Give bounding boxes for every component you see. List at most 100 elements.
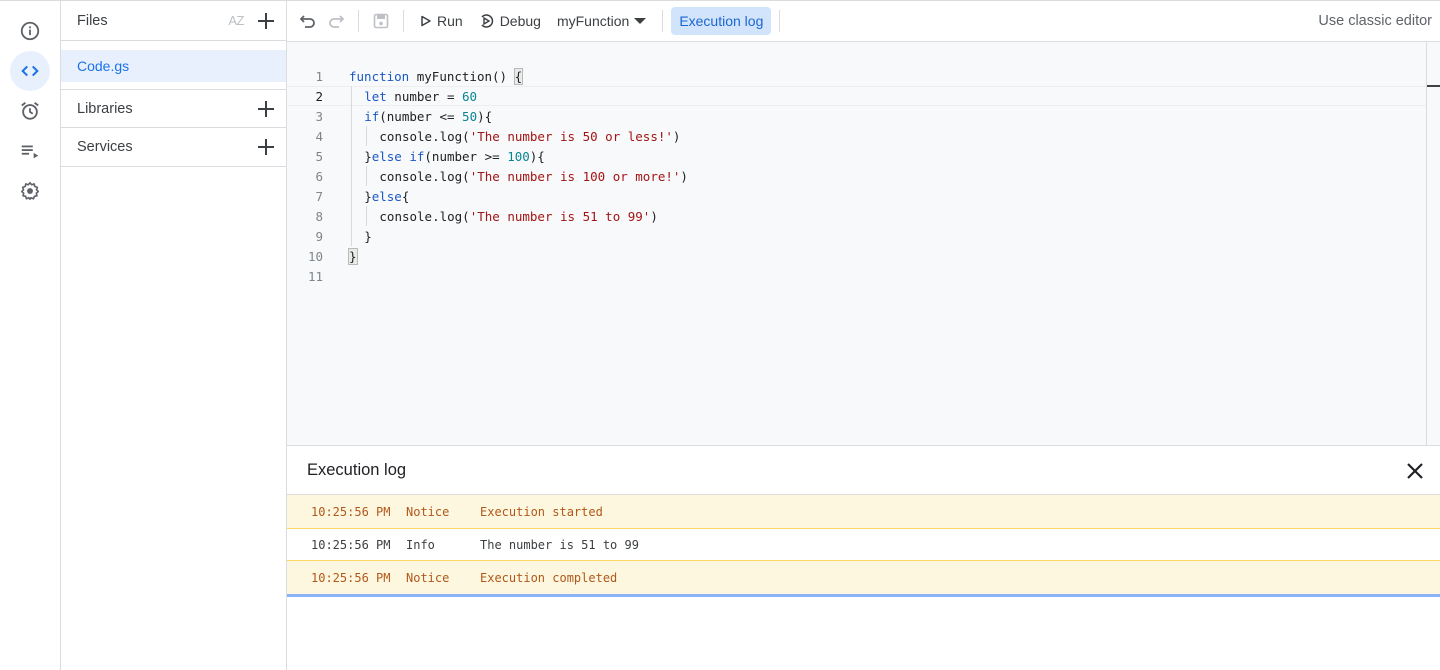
code-line[interactable]: 1 function myFunction() { xyxy=(287,66,1426,86)
code-token: myFunction() xyxy=(409,68,515,84)
code-icon xyxy=(21,65,39,77)
add-file-button[interactable] xyxy=(256,11,276,31)
add-service-button[interactable] xyxy=(256,137,276,157)
indent-guide xyxy=(366,126,368,146)
code-token: } xyxy=(364,188,372,204)
log-end-divider xyxy=(287,594,1440,597)
indent-guide xyxy=(351,126,352,146)
code-line[interactable]: 3 if(number <= 50){ xyxy=(287,106,1426,126)
code-token: let xyxy=(364,88,387,104)
libraries-label: Libraries xyxy=(77,100,133,117)
indent-guide xyxy=(366,166,368,186)
code-token: else if xyxy=(371,148,425,164)
code-text: }else if(number >= 100){ xyxy=(364,149,545,164)
executions-button[interactable] xyxy=(10,131,50,171)
overview-ruler-cursor xyxy=(1427,85,1440,87)
editor-button[interactable] xyxy=(10,51,50,91)
overview-button[interactable] xyxy=(10,11,50,51)
toolbar-divider xyxy=(662,10,664,32)
log-level: Info xyxy=(406,537,435,552)
code-text: console.log('The number is 50 or less!') xyxy=(379,129,680,144)
execution-log-button[interactable]: Execution log xyxy=(671,7,772,35)
file-name: Code.gs xyxy=(77,58,130,74)
use-classic-editor-link[interactable]: Use classic editor xyxy=(1318,13,1432,29)
code-line[interactable]: 2 let number = 60 xyxy=(287,86,1426,106)
execution-log-panel: Execution log 10:25:56 PM Notice Execution… xyxy=(287,445,1440,670)
indent-guide xyxy=(351,106,352,126)
execution-log-title: Execution log xyxy=(307,461,407,479)
code-token: ){ xyxy=(529,148,545,164)
toolbar-divider xyxy=(358,10,359,32)
log-message: Execution started xyxy=(480,504,603,519)
code-text: console.log('The number is 100 or more!'… xyxy=(379,169,688,184)
nav-rail xyxy=(0,1,61,670)
code-token: console.log( xyxy=(379,168,470,184)
code-token: ) xyxy=(672,128,681,144)
function-selector[interactable]: myFunction xyxy=(549,7,654,35)
log-row: 10:25:56 PM Notice Execution completed xyxy=(287,561,1440,594)
code-line[interactable]: 8 console.log('The number is 51 to 99') xyxy=(287,206,1426,226)
run-button[interactable]: Run xyxy=(412,7,471,35)
line-number: 8 xyxy=(315,208,323,224)
services-section: Services xyxy=(61,128,286,167)
code-token: 50 xyxy=(462,108,478,124)
code-line[interactable]: 10} xyxy=(287,246,1426,266)
code-line[interactable]: 7}else{ xyxy=(287,186,1426,206)
undo-button[interactable] xyxy=(294,7,322,35)
code-token: console.log( xyxy=(379,208,470,224)
log-message: The number is 51 to 99 xyxy=(480,537,639,552)
code-line[interactable]: 4 console.log('The number is 50 or less!'… xyxy=(287,126,1426,146)
line-number: 5 xyxy=(315,148,323,164)
file-item-code-gs[interactable]: Code.gs xyxy=(61,50,286,82)
files-panel: Files AZ Code.gs Libraries Services xyxy=(61,1,287,670)
save-icon xyxy=(373,13,389,29)
services-label: Services xyxy=(77,139,133,155)
code-line[interactable]: 6 console.log('The number is 100 or more!… xyxy=(287,166,1426,186)
code-token: number = xyxy=(386,88,463,104)
code-token: { xyxy=(401,188,410,204)
plus-icon xyxy=(258,12,274,29)
triggers-button[interactable] xyxy=(10,91,50,131)
redo-button[interactable] xyxy=(322,7,350,35)
gear-icon xyxy=(20,181,40,201)
code-token: else xyxy=(371,188,402,204)
sort-az-icon[interactable]: AZ xyxy=(228,13,244,28)
code-token: 60 xyxy=(462,88,478,104)
indent-guide xyxy=(351,146,352,166)
debug-icon xyxy=(481,14,493,28)
code-line[interactable]: 9} xyxy=(287,226,1426,246)
redo-icon xyxy=(329,15,345,28)
debug-button[interactable]: Debug xyxy=(471,7,549,35)
code-text: } xyxy=(348,247,358,265)
code-line[interactable]: 11 xyxy=(287,266,1426,286)
code-line[interactable]: 5}else if(number >= 100){ xyxy=(287,146,1426,166)
code-token: } xyxy=(364,228,372,244)
close-icon[interactable] xyxy=(1404,460,1426,482)
indent-guide xyxy=(351,86,352,106)
save-button[interactable] xyxy=(367,7,395,35)
code-token: } xyxy=(364,148,372,164)
line-number: 11 xyxy=(307,268,323,284)
indent-guide xyxy=(351,206,352,226)
settings-button[interactable] xyxy=(10,171,50,211)
toolbar-divider xyxy=(779,10,781,32)
code-token: 'The number is 50 or less!' xyxy=(469,128,673,144)
line-number: 6 xyxy=(315,168,323,184)
code-token: ){ xyxy=(477,108,493,124)
code-token: 100 xyxy=(507,148,530,164)
log-time: 10:25:56 PM xyxy=(311,504,391,519)
code-token: if xyxy=(364,108,380,124)
code-editor[interactable]: 1 function myFunction() {2 let number = 60… xyxy=(287,42,1440,445)
undo-icon xyxy=(299,15,315,28)
toolbar-divider xyxy=(403,10,404,32)
code-text: let number = 60 xyxy=(364,89,477,104)
code-token: (number >= xyxy=(424,148,508,164)
run-label: Run xyxy=(437,13,463,29)
code-text: }else{ xyxy=(364,189,409,204)
indent-guide xyxy=(366,206,368,226)
add-library-button[interactable] xyxy=(256,99,276,119)
line-number: 9 xyxy=(315,228,323,244)
editor-scrollbar[interactable] xyxy=(1426,42,1427,445)
code-token: (number <= xyxy=(379,108,463,124)
code-text: } xyxy=(364,229,372,244)
